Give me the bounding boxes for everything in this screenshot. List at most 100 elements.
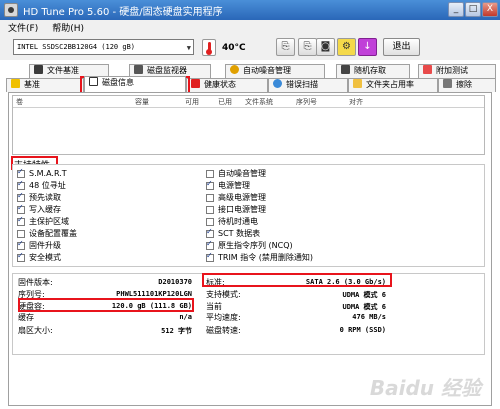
cache-label: 缓存 <box>18 313 34 322</box>
checkbox[interactable] <box>206 251 214 262</box>
firmware-label: 固件版本: <box>18 278 53 287</box>
temperature-readout: 40°C <box>222 43 246 53</box>
checkbox[interactable] <box>17 191 25 202</box>
tab-random-access[interactable]: 随机存取 <box>336 64 410 78</box>
folder-icon <box>353 79 362 88</box>
feature-smart[interactable]: S.M.A.R.T <box>17 167 67 179</box>
checkbox[interactable] <box>206 217 214 226</box>
checkbox[interactable] <box>206 179 214 190</box>
feature-label: 安全模式 <box>29 253 61 262</box>
feature-power-management[interactable]: 电源管理 <box>206 179 250 191</box>
screenshot-button[interactable]: ◙ <box>316 38 335 56</box>
feature-label: TRIM 指令 (禁用删除通知) <box>218 253 314 262</box>
tab-label: 随机存取 <box>354 66 386 75</box>
tab-label: 磁盘信息 <box>102 78 134 87</box>
feature-interface-pm[interactable]: 接口电源管理 <box>206 204 266 215</box>
checkbox[interactable] <box>17 203 25 214</box>
checkbox[interactable] <box>17 215 25 226</box>
feature-label: 预先读取 <box>29 193 61 202</box>
minimize-button[interactable]: _ <box>448 2 464 17</box>
feature-firmware-upgrade[interactable]: 固件升级 <box>17 239 61 251</box>
tab-error-scan[interactable]: 错误扫描 <box>268 78 348 92</box>
feature-puis[interactable]: 待机时通电 <box>206 216 258 227</box>
tab-noise-management[interactable]: 自动噪音管理 <box>225 64 325 78</box>
maximize-button[interactable]: □ <box>465 2 481 17</box>
checkbox[interactable] <box>17 251 25 262</box>
tab-label: 健康状态 <box>204 80 236 89</box>
features-group: S.M.A.R.T 48 位寻址 预先读取 写入缓存 主保护区域 设备配置覆盖 … <box>12 164 485 267</box>
feature-write-cache[interactable]: 写入缓存 <box>17 203 61 215</box>
tab-folder-usage[interactable]: 文件夹占用率 <box>348 78 438 92</box>
random-access-icon <box>341 65 350 74</box>
magnifier-icon <box>273 79 282 88</box>
menu-bar: 文件(F) 帮助(H) <box>0 20 500 34</box>
feature-security-mode[interactable]: 安全模式 <box>17 251 61 263</box>
thermometer-icon <box>202 39 216 56</box>
exit-button[interactable]: 退出 <box>383 38 420 56</box>
copy-info-button[interactable]: ⎘ <box>276 38 295 56</box>
options-button[interactable]: ⚙ <box>337 38 356 56</box>
feature-label: 原生指令序列 (NCQ) <box>218 241 293 250</box>
file-benchmark-icon <box>34 65 43 74</box>
tab-extra-tests[interactable]: 附加测试 <box>418 64 496 78</box>
supported-mode-label: 支持模式: <box>206 290 241 299</box>
volume-list[interactable]: 卷 容量 可用 已用 文件系统 序列号 对齐 <box>12 95 485 155</box>
tab-label: 自动噪音管理 <box>243 66 291 75</box>
feature-aam[interactable]: 自动噪音管理 <box>206 168 266 179</box>
monitor-icon <box>134 65 143 74</box>
erase-icon <box>443 79 452 88</box>
tab-erase[interactable]: 擦除 <box>438 78 496 92</box>
checkbox[interactable] <box>206 227 214 238</box>
health-icon <box>191 79 200 88</box>
disk-info-panel: 卷 容量 可用 已用 文件系统 序列号 对齐 支持特性 S.M.A.R.T 48… <box>8 92 492 406</box>
feature-label: 电源管理 <box>218 181 250 190</box>
tab-disk-info[interactable]: 磁盘信息 <box>84 76 186 92</box>
feature-dco[interactable]: 设备配置覆盖 <box>17 228 77 239</box>
checkbox[interactable] <box>17 239 25 250</box>
feature-label: 48 位寻址 <box>29 181 66 190</box>
serial-value: PHWL511101KP120LGN <box>116 290 192 298</box>
feature-label: 接口电源管理 <box>218 205 266 214</box>
col-serial: 序列号 <box>296 98 317 106</box>
tab-label: 基准 <box>24 80 40 89</box>
feature-ncq[interactable]: 原生指令序列 (NCQ) <box>206 239 293 251</box>
feature-read-ahead[interactable]: 预先读取 <box>17 191 61 203</box>
feature-label: 设备配置覆盖 <box>29 229 77 238</box>
drive-select-value: INTEL SSDSC2BB120G4 (120 gB) <box>17 43 136 51</box>
title-bar: HD Tune Pro 5.60 - 硬盘/固态硬盘实用程序 _ □ X <box>0 0 500 20</box>
checkbox[interactable] <box>206 239 214 250</box>
tab-health[interactable]: 健康状态 <box>186 78 268 92</box>
feature-hpa[interactable]: 主保护区域 <box>17 215 69 227</box>
feature-48bit[interactable]: 48 位寻址 <box>17 179 66 191</box>
checkbox[interactable] <box>17 167 25 178</box>
tab-label: 擦除 <box>456 80 472 89</box>
tab-benchmark[interactable]: 基准 <box>6 78 84 92</box>
col-alignment: 对齐 <box>349 98 363 106</box>
sector-size-label: 扇区大小: <box>18 326 53 335</box>
menu-file[interactable]: 文件(F) <box>8 21 38 34</box>
checkbox[interactable] <box>206 205 214 214</box>
rotation-speed-value: 0 RPM (SSD) <box>339 326 386 334</box>
rotation-speed-label: 磁盘转速: <box>206 326 241 335</box>
col-volume: 卷 <box>16 98 23 106</box>
app-icon <box>4 3 18 17</box>
checkbox[interactable] <box>17 179 25 190</box>
feature-label: 固件升级 <box>29 241 61 250</box>
checkbox[interactable] <box>206 169 214 178</box>
menu-help[interactable]: 帮助(H) <box>52 21 84 34</box>
feature-sct[interactable]: SCT 数据表 <box>206 227 260 239</box>
feature-trim[interactable]: TRIM 指令 (禁用删除通知) <box>206 251 314 263</box>
current-mode-value: UDMA 模式 6 <box>342 303 386 311</box>
checkbox[interactable] <box>17 229 25 238</box>
feature-apm[interactable]: 高级电源管理 <box>206 192 266 203</box>
download-button[interactable]: ↓ <box>358 38 377 56</box>
current-mode-label: 当前 <box>206 302 222 311</box>
copy-all-button[interactable]: ⎘ <box>298 38 317 56</box>
close-button[interactable]: X <box>482 2 498 17</box>
drive-select[interactable]: INTEL SSDSC2BB120G4 (120 gB) ▼ <box>13 39 194 55</box>
highlight-capacity <box>18 298 194 312</box>
col-filesystem: 文件系统 <box>245 98 273 106</box>
extra-tests-icon <box>423 65 432 74</box>
supported-mode-value: UDMA 模式 6 <box>342 291 386 299</box>
checkbox[interactable] <box>206 193 214 202</box>
